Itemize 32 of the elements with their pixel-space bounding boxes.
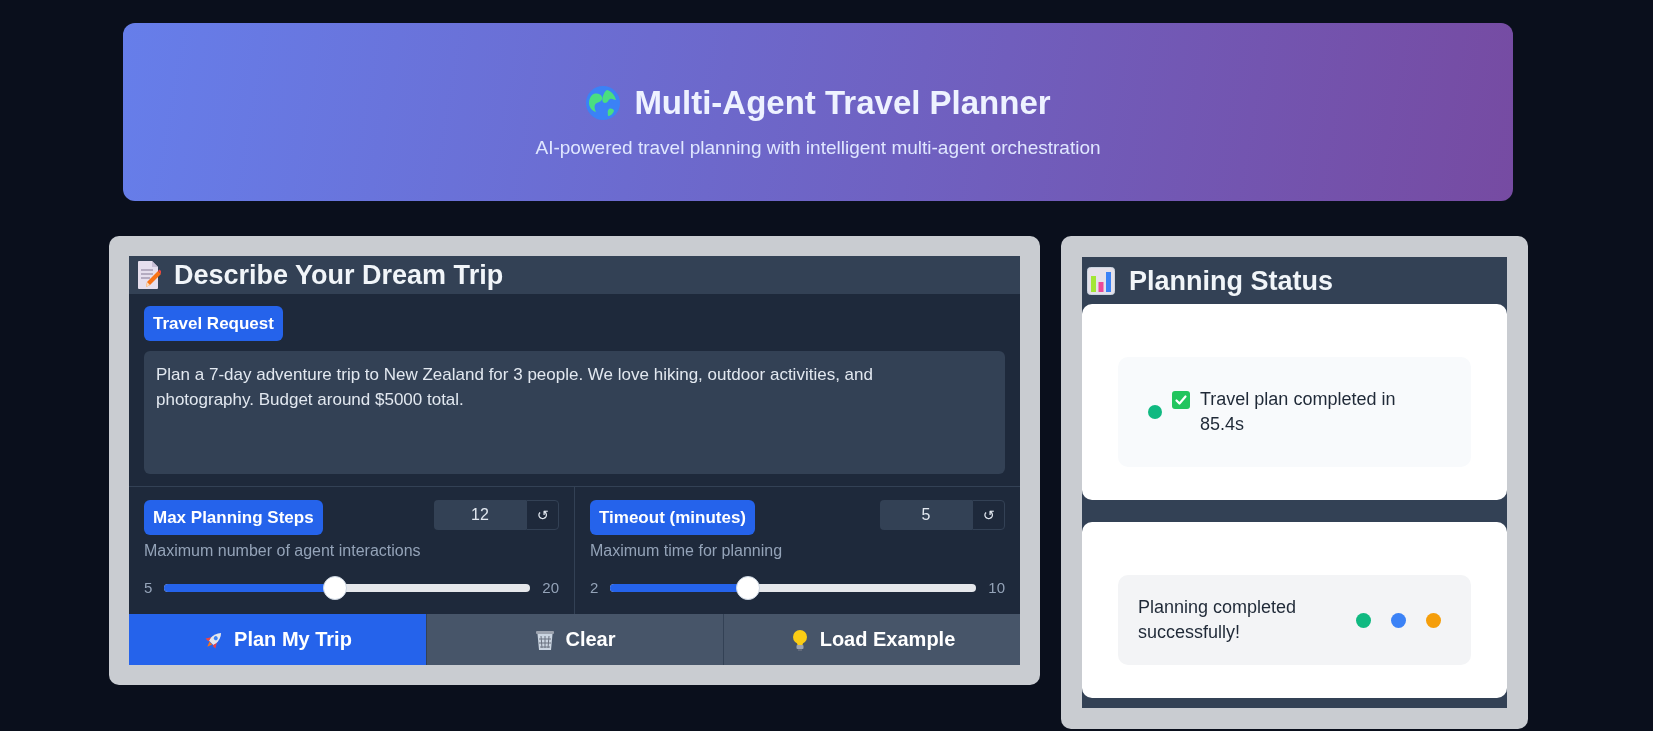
- bar-chart-icon: [1087, 266, 1115, 295]
- slider-thumb[interactable]: [735, 576, 760, 600]
- range-slider[interactable]: [610, 576, 977, 600]
- slider-thumb[interactable]: [323, 576, 348, 600]
- number-field[interactable]: 5: [880, 500, 972, 530]
- field-label: Max Planning Steps: [144, 500, 323, 535]
- slider-min-label: 5: [144, 579, 153, 597]
- number-field[interactable]: 12: [434, 500, 526, 530]
- reset-button[interactable]: ↺: [526, 500, 559, 530]
- load-example-button[interactable]: Load Example: [723, 614, 1020, 665]
- clear-button[interactable]: Clear: [426, 614, 723, 665]
- document-pencil-icon: [137, 260, 161, 290]
- travel-request-field[interactable]: Plan a 7-day adventure trip to New Zealand for 3 people. We love hiking, outdoor activities, and photography. Budget around $5000 total.: [144, 351, 1005, 474]
- field-label: Timeout (minutes): [590, 500, 756, 535]
- check-icon: [1172, 391, 1190, 409]
- reset-button[interactable]: ↺: [972, 500, 1005, 530]
- slider-max-label: 10: [988, 579, 1005, 597]
- field-description: Maximum time for planning: [590, 541, 784, 560]
- field-label: Travel Request: [144, 306, 283, 341]
- panel-title: Describe Your Dream Trip: [174, 259, 504, 291]
- slider-max-label: 20: [542, 579, 559, 597]
- panel-title: Planning Status: [1129, 264, 1334, 297]
- progress-message: Planning completed successfully!: [1138, 596, 1298, 644]
- field-description: Maximum number of agent interactions: [144, 541, 422, 560]
- range-slider[interactable]: [164, 576, 531, 600]
- app-subtitle: AI-powered travel planning with intelligent multi-agent orchestration: [535, 136, 1101, 159]
- app-title: Multi-Agent Travel Planner: [634, 83, 1051, 123]
- trash-icon: [534, 628, 557, 651]
- plan-trip-button[interactable]: Plan My Trip: [129, 614, 426, 665]
- slider-min-label: 2: [590, 579, 599, 597]
- status-message: Travel plan completed in 85.4s: [1200, 388, 1397, 436]
- globe-icon: [585, 85, 622, 121]
